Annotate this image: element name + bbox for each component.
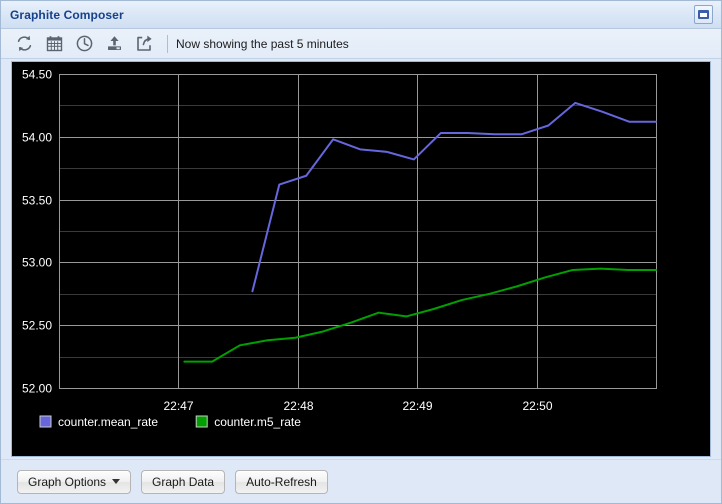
save-icon[interactable] <box>101 32 127 56</box>
legend-swatch <box>40 416 51 427</box>
graph-options-button[interactable]: Graph Options <box>17 470 131 494</box>
x-axis-tick-label: 22:47 <box>163 399 193 413</box>
x-axis-tick-label: 22:50 <box>522 399 552 413</box>
window-controls <box>694 5 717 24</box>
auto-refresh-label: Auto-Refresh <box>246 475 317 489</box>
graph-container: 54.50 54.00 53.50 53.00 52.50 52.00 22:47 22:4… <box>1 59 721 459</box>
toolbar-separator <box>167 35 168 53</box>
graph-data-label: Graph Data <box>152 475 214 489</box>
graph-data-button[interactable]: Graph Data <box>141 470 225 494</box>
x-axis-tick-label: 22:49 <box>402 399 432 413</box>
graph-options-label: Graph Options <box>28 475 106 489</box>
y-axis-tick-label: 53.00 <box>22 256 52 270</box>
legend-label: counter.m5_rate <box>214 415 301 429</box>
y-axis-tick-label: 52.50 <box>22 319 52 333</box>
page-title: Graphite Composer <box>10 8 124 22</box>
graph-footer-toolbar: Graph Options Graph Data Auto-Refresh <box>1 459 721 503</box>
share-icon[interactable] <box>131 32 157 56</box>
window-titlebar: Graphite Composer <box>1 1 721 29</box>
graph-toolbar: Now showing the past 5 minutes <box>1 29 721 59</box>
x-axis-tick-label: 22:48 <box>283 399 313 413</box>
calendar-icon[interactable] <box>41 32 67 56</box>
y-axis-tick-label: 52.00 <box>22 382 52 396</box>
graph-image[interactable]: 54.50 54.00 53.50 53.00 52.50 52.00 22:47 22:4… <box>11 61 711 457</box>
refresh-icon[interactable] <box>11 32 37 56</box>
graphite-composer-window: Graphite Composer <box>0 0 722 504</box>
y-axis-tick-label: 54.50 <box>22 68 52 82</box>
y-axis-tick-label: 54.00 <box>22 131 52 145</box>
clock-icon[interactable] <box>71 32 97 56</box>
auto-refresh-button[interactable]: Auto-Refresh <box>235 470 328 494</box>
y-axis-tick-label: 53.50 <box>22 194 52 208</box>
restore-window-icon[interactable] <box>694 5 713 24</box>
restore-glyph <box>698 10 709 19</box>
chevron-down-icon <box>112 479 120 484</box>
legend-label: counter.mean_rate <box>58 415 158 429</box>
legend-swatch <box>196 416 207 427</box>
time-range-status: Now showing the past 5 minutes <box>176 37 349 51</box>
chart-svg: 54.50 54.00 53.50 53.00 52.50 52.00 22:47 22:4… <box>12 62 711 446</box>
